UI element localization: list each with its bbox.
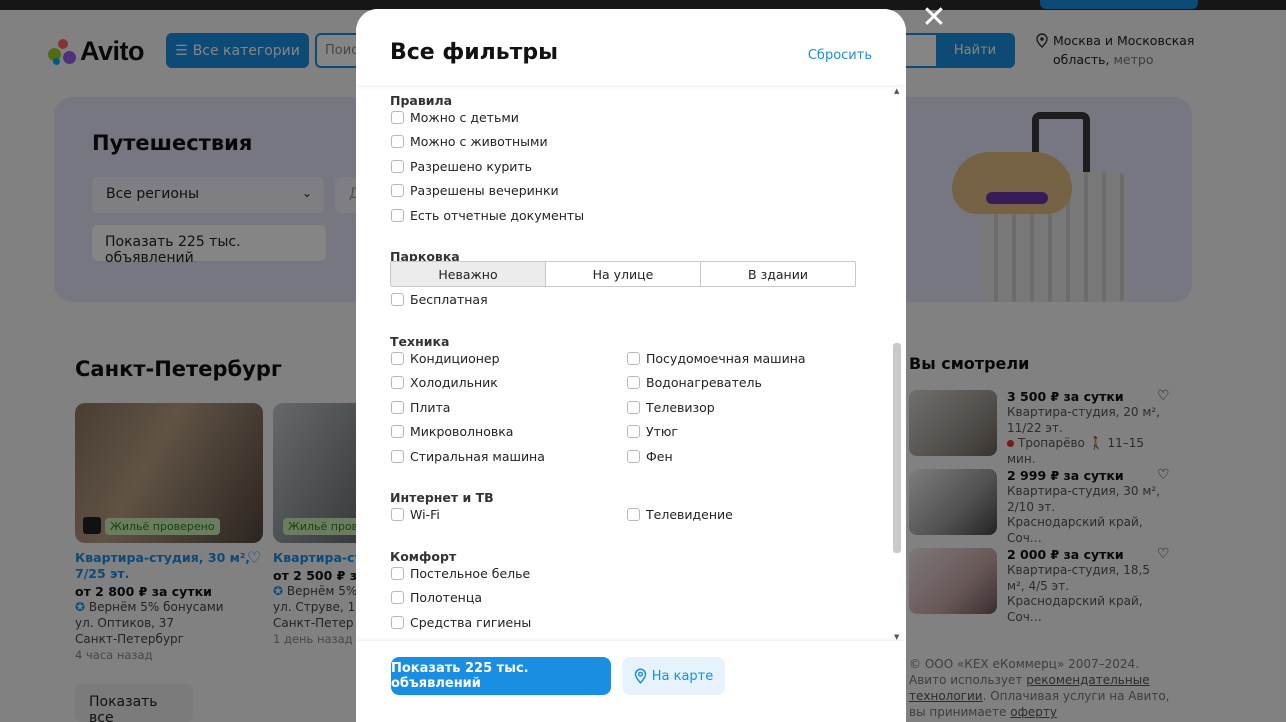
checkbox-with-children[interactable]: Можно с детьми: [391, 110, 519, 125]
checkbox-box[interactable]: [391, 135, 404, 148]
section-internet-title: Интернет и ТВ: [390, 490, 494, 505]
checkbox-box[interactable]: [391, 293, 404, 306]
checkbox-parties[interactable]: Разрешены вечеринки: [391, 183, 559, 198]
scroll-down-icon[interactable]: ▼: [894, 633, 899, 641]
checkbox-bed-linen[interactable]: Постельное белье: [391, 566, 530, 581]
parking-option-any[interactable]: Неважно: [391, 262, 546, 286]
checkbox-dishwasher[interactable]: Посудомоечная машина: [627, 351, 806, 366]
reset-button[interactable]: Сбросить: [808, 48, 872, 63]
checkbox-towels[interactable]: Полотенца: [391, 590, 482, 605]
checkbox-box[interactable]: [391, 401, 404, 414]
parking-option-building[interactable]: В здании: [701, 262, 855, 286]
checkbox-smoking[interactable]: Разрешено курить: [391, 159, 532, 174]
modal-title: Все фильтры: [390, 40, 559, 65]
scrollbar-thumb[interactable]: [893, 343, 901, 553]
checkbox-stove[interactable]: Плита: [391, 400, 450, 415]
checkbox-fridge[interactable]: Холодильник: [391, 375, 498, 390]
map-pin-icon: [634, 668, 646, 684]
map-button-label: На карте: [651, 668, 714, 684]
modal-header: Все фильтры Сбросить: [356, 9, 906, 85]
checkbox-washing-machine[interactable]: Стиральная машина: [391, 449, 545, 464]
checkbox-hygiene[interactable]: Средства гигиены: [391, 615, 531, 630]
parking-segmented-control: Неважно На улице В здании: [390, 261, 856, 287]
filters-modal: Все фильтры Сбросить Правила Можно с дет…: [356, 9, 906, 722]
checkbox-free-parking[interactable]: Бесплатная: [391, 292, 488, 307]
section-rules-title: Правила: [390, 93, 453, 108]
checkbox-box[interactable]: [391, 425, 404, 438]
checkbox-box[interactable]: [627, 376, 640, 389]
checkbox-box[interactable]: [391, 376, 404, 389]
checkbox-box[interactable]: [391, 209, 404, 222]
checkbox-box[interactable]: [627, 450, 640, 463]
checkbox-television[interactable]: Телевидение: [627, 507, 733, 522]
checkbox-box[interactable]: [391, 508, 404, 521]
checkbox-box[interactable]: [391, 567, 404, 580]
checkbox-box[interactable]: [627, 508, 640, 521]
checkbox-box[interactable]: [391, 184, 404, 197]
scrollbar[interactable]: ▲ ▼: [891, 85, 903, 641]
checkbox-documents[interactable]: Есть отчетные документы: [391, 208, 584, 223]
checkbox-box[interactable]: [391, 616, 404, 629]
parking-option-street[interactable]: На улице: [546, 262, 701, 286]
checkbox-box[interactable]: [391, 450, 404, 463]
close-icon[interactable]: ✕: [920, 3, 948, 33]
checkbox-with-pets[interactable]: Можно с животными: [391, 134, 548, 149]
scroll-up-icon[interactable]: ▲: [894, 87, 899, 95]
modal-footer: Показать 225 тыс. объявлений На карте: [356, 641, 906, 722]
checkbox-water-heater[interactable]: Водонагреватель: [627, 375, 762, 390]
checkbox-air-conditioner[interactable]: Кондиционер: [391, 351, 500, 366]
section-appliances-title: Техника: [390, 334, 450, 349]
checkbox-tv-set[interactable]: Телевизор: [627, 400, 715, 415]
checkbox-box[interactable]: [391, 160, 404, 173]
checkbox-box[interactable]: [391, 352, 404, 365]
checkbox-box[interactable]: [627, 401, 640, 414]
checkbox-iron[interactable]: Утюг: [627, 424, 678, 439]
checkbox-box[interactable]: [391, 111, 404, 124]
checkbox-microwave[interactable]: Микроволновка: [391, 424, 513, 439]
checkbox-hair-dryer[interactable]: Фен: [627, 449, 673, 464]
checkbox-box[interactable]: [627, 425, 640, 438]
filters-scroll-area[interactable]: Правила Можно с детьми Можно с животными…: [356, 85, 906, 641]
section-comfort-title: Комфорт: [390, 549, 457, 564]
checkbox-box[interactable]: [391, 591, 404, 604]
checkbox-wifi[interactable]: Wi-Fi: [391, 507, 440, 522]
checkbox-box[interactable]: [627, 352, 640, 365]
map-button[interactable]: На карте: [622, 657, 725, 695]
show-results-button[interactable]: Показать 225 тыс. объявлений: [391, 657, 611, 695]
